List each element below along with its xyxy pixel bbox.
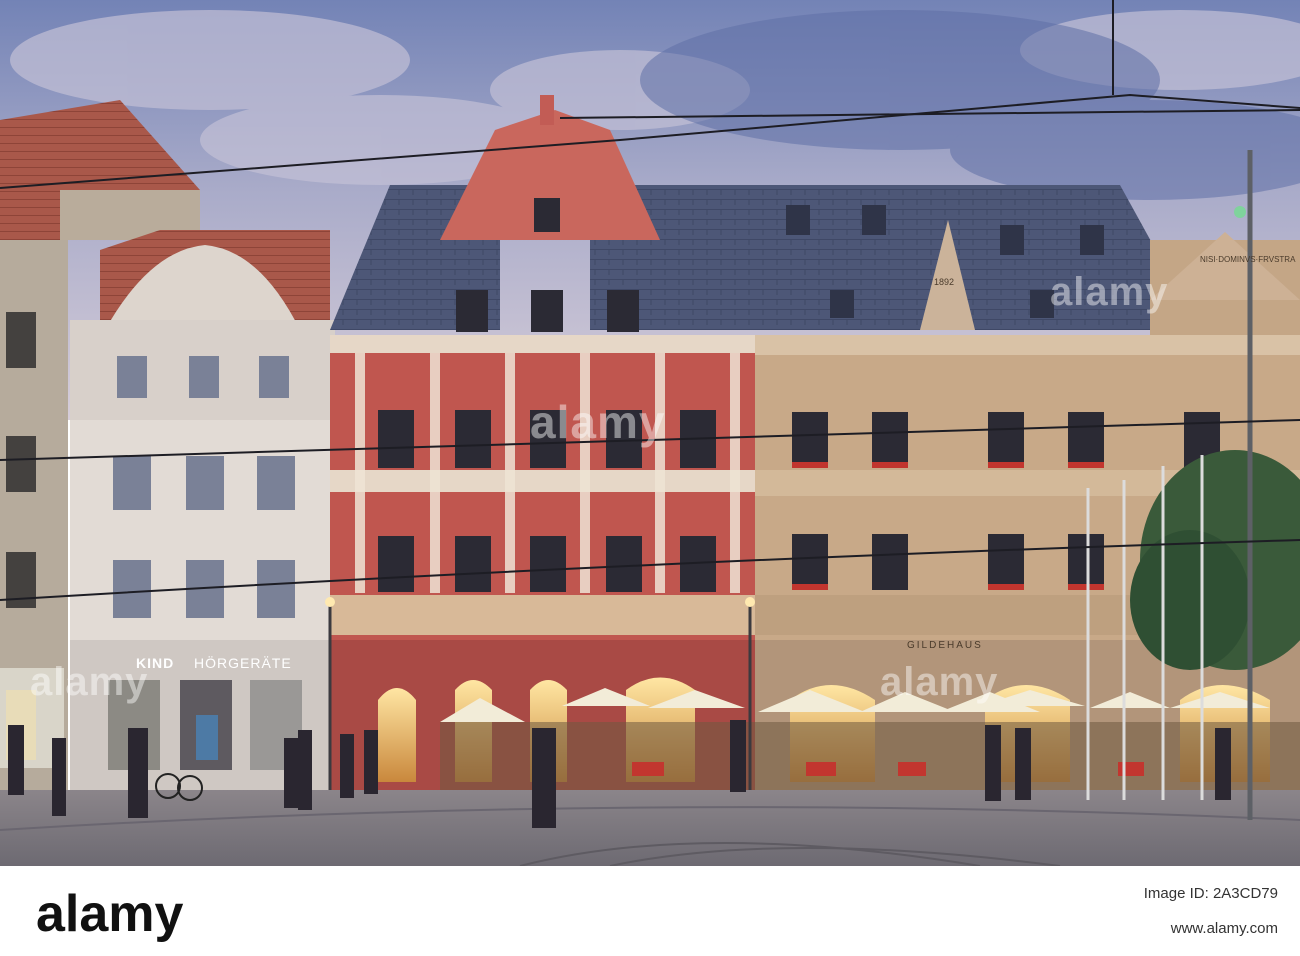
footer-bar: alamy Image ID: 2A3CD79 www.alamy.com xyxy=(0,866,1300,956)
cafe-terrace xyxy=(440,722,1300,790)
latin-inscription: NISI·DOMINVS·FRVSTRA xyxy=(1200,255,1296,264)
alamy-url: www.alamy.com xyxy=(1170,920,1278,937)
stock-photo: KIND HÖRGERÄTE GILDEHAUS 1892 NISI·DOMIN… xyxy=(0,0,1300,956)
alamy-logo: alamy xyxy=(36,885,184,943)
cream-baroque-house xyxy=(70,230,335,790)
kind-sign: KIND xyxy=(136,655,175,671)
red-renaissance-facade xyxy=(330,95,760,795)
gildehaus-sign: GILDEHAUS xyxy=(907,640,983,651)
photo-erfurt-fischmarkt: KIND HÖRGERÄTE GILDEHAUS 1892 NISI·DOMIN… xyxy=(0,0,1300,866)
hoergeraete-sign: HÖRGERÄTE xyxy=(194,655,292,671)
image-id-label: Image ID: 2A3CD79 xyxy=(1143,885,1278,902)
scene xyxy=(0,0,1300,866)
year-inscription: 1892 xyxy=(934,277,955,287)
square-pavement xyxy=(0,790,1300,866)
